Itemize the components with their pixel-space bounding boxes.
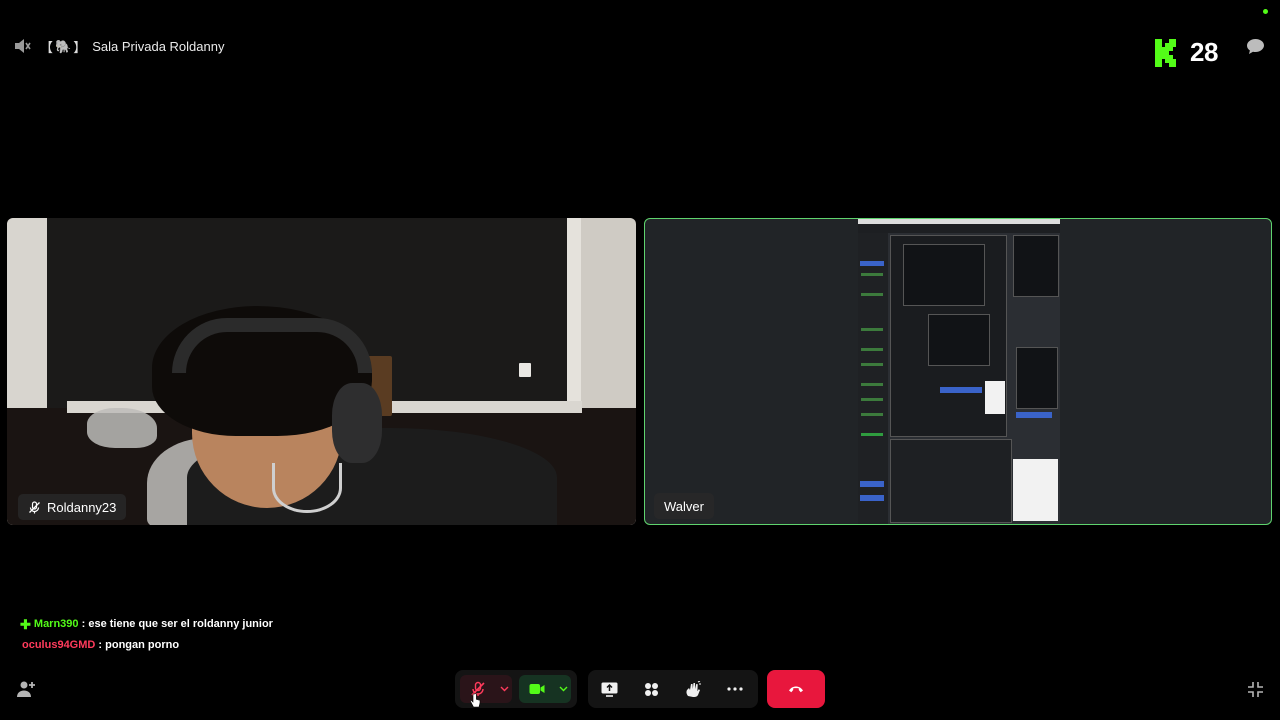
chat-separator: : <box>78 618 89 630</box>
viewer-count: 28 <box>1190 37 1218 67</box>
room-emoji: 🐘 <box>55 38 72 54</box>
room-title: 【 🐘 】 Sala Privada Roldanny <box>40 37 224 56</box>
video-chain <box>272 463 342 513</box>
share-window-4 <box>1013 235 1059 297</box>
more-icon <box>727 687 743 691</box>
share-menubar <box>858 224 1060 233</box>
chat-message: ✚ Marn390 : ese tiene que ser el roldann… <box>20 614 273 635</box>
participant-name: Walver <box>664 498 704 514</box>
participant-name-tag: Walver <box>654 493 714 519</box>
viewer-counter: 28 <box>1155 37 1218 68</box>
camera-toggle-button[interactable] <box>519 675 555 703</box>
screen-share-icon <box>601 682 617 697</box>
mic-off-icon <box>29 500 40 513</box>
more-options-button[interactable] <box>719 675 751 703</box>
mic-options-button[interactable] <box>496 675 512 703</box>
screen-share-preview <box>858 219 1060 524</box>
chat-username[interactable]: oculus94GMD <box>22 635 95 656</box>
chevron-down-icon <box>500 686 508 692</box>
video-earcup <box>332 383 382 463</box>
video-outlet <box>519 363 531 377</box>
hang-up-icon <box>789 686 803 693</box>
screen-share-button[interactable] <box>593 675 625 703</box>
share-window-5 <box>1016 347 1058 409</box>
chat-toggle-icon[interactable] <box>1246 38 1265 55</box>
video-clothes <box>87 408 157 448</box>
raise-hand-button[interactable] <box>677 675 709 703</box>
add-user-icon[interactable] <box>16 680 36 698</box>
apps-icon <box>644 682 658 696</box>
video-camera-icon <box>529 684 545 694</box>
share-window-3 <box>928 314 990 366</box>
speaker-muted-icon[interactable] <box>13 37 31 55</box>
video-tile-walver[interactable]: Walver <box>644 218 1272 525</box>
title-close-bracket: 】 <box>73 40 87 55</box>
share-popup <box>985 381 1005 414</box>
camera-options-button[interactable] <box>555 675 571 703</box>
video-headphones <box>172 318 372 373</box>
mouse-cursor-icon <box>470 693 481 708</box>
live-status-dot <box>1263 9 1268 14</box>
kick-logo-icon <box>1155 38 1176 67</box>
raise-hand-icon <box>685 681 701 697</box>
room-title-text: Sala Privada Roldanny <box>92 39 225 54</box>
chevron-down-icon <box>559 686 567 692</box>
participant-name-tag: Roldanny23 <box>18 494 127 520</box>
chat-username[interactable]: Marn390 <box>34 614 79 635</box>
top-bar: 【 🐘 】 Sala Privada Roldanny 28 <box>0 0 1280 90</box>
share-highlight-3 <box>1016 412 1052 418</box>
chat-text: ese tiene que ser el roldanny junior <box>88 618 273 630</box>
chat-badge-icon: ✚ <box>20 617 31 632</box>
tool-controls <box>588 670 758 708</box>
participant-name: Roldanny23 <box>47 499 117 515</box>
share-bottom-panel <box>890 439 1012 523</box>
chat-message: oculus94GMD : pongan porno <box>22 635 273 656</box>
title-open-bracket: 【 <box>40 40 54 55</box>
share-sidebar <box>858 233 888 524</box>
exit-fullscreen-icon[interactable] <box>1247 681 1264 698</box>
leave-call-button[interactable] <box>767 670 825 708</box>
share-window-2 <box>903 244 985 306</box>
video-tile-roldanny23[interactable]: Roldanny23 <box>7 218 636 525</box>
chat-separator: : <box>95 639 106 651</box>
chat-text: pongan porno <box>105 639 180 651</box>
chat-overlay: ✚ Marn390 : ese tiene que ser el roldann… <box>20 614 273 656</box>
share-dialog <box>1013 459 1058 521</box>
share-highlight-1 <box>940 387 982 393</box>
apps-button[interactable] <box>635 675 667 703</box>
